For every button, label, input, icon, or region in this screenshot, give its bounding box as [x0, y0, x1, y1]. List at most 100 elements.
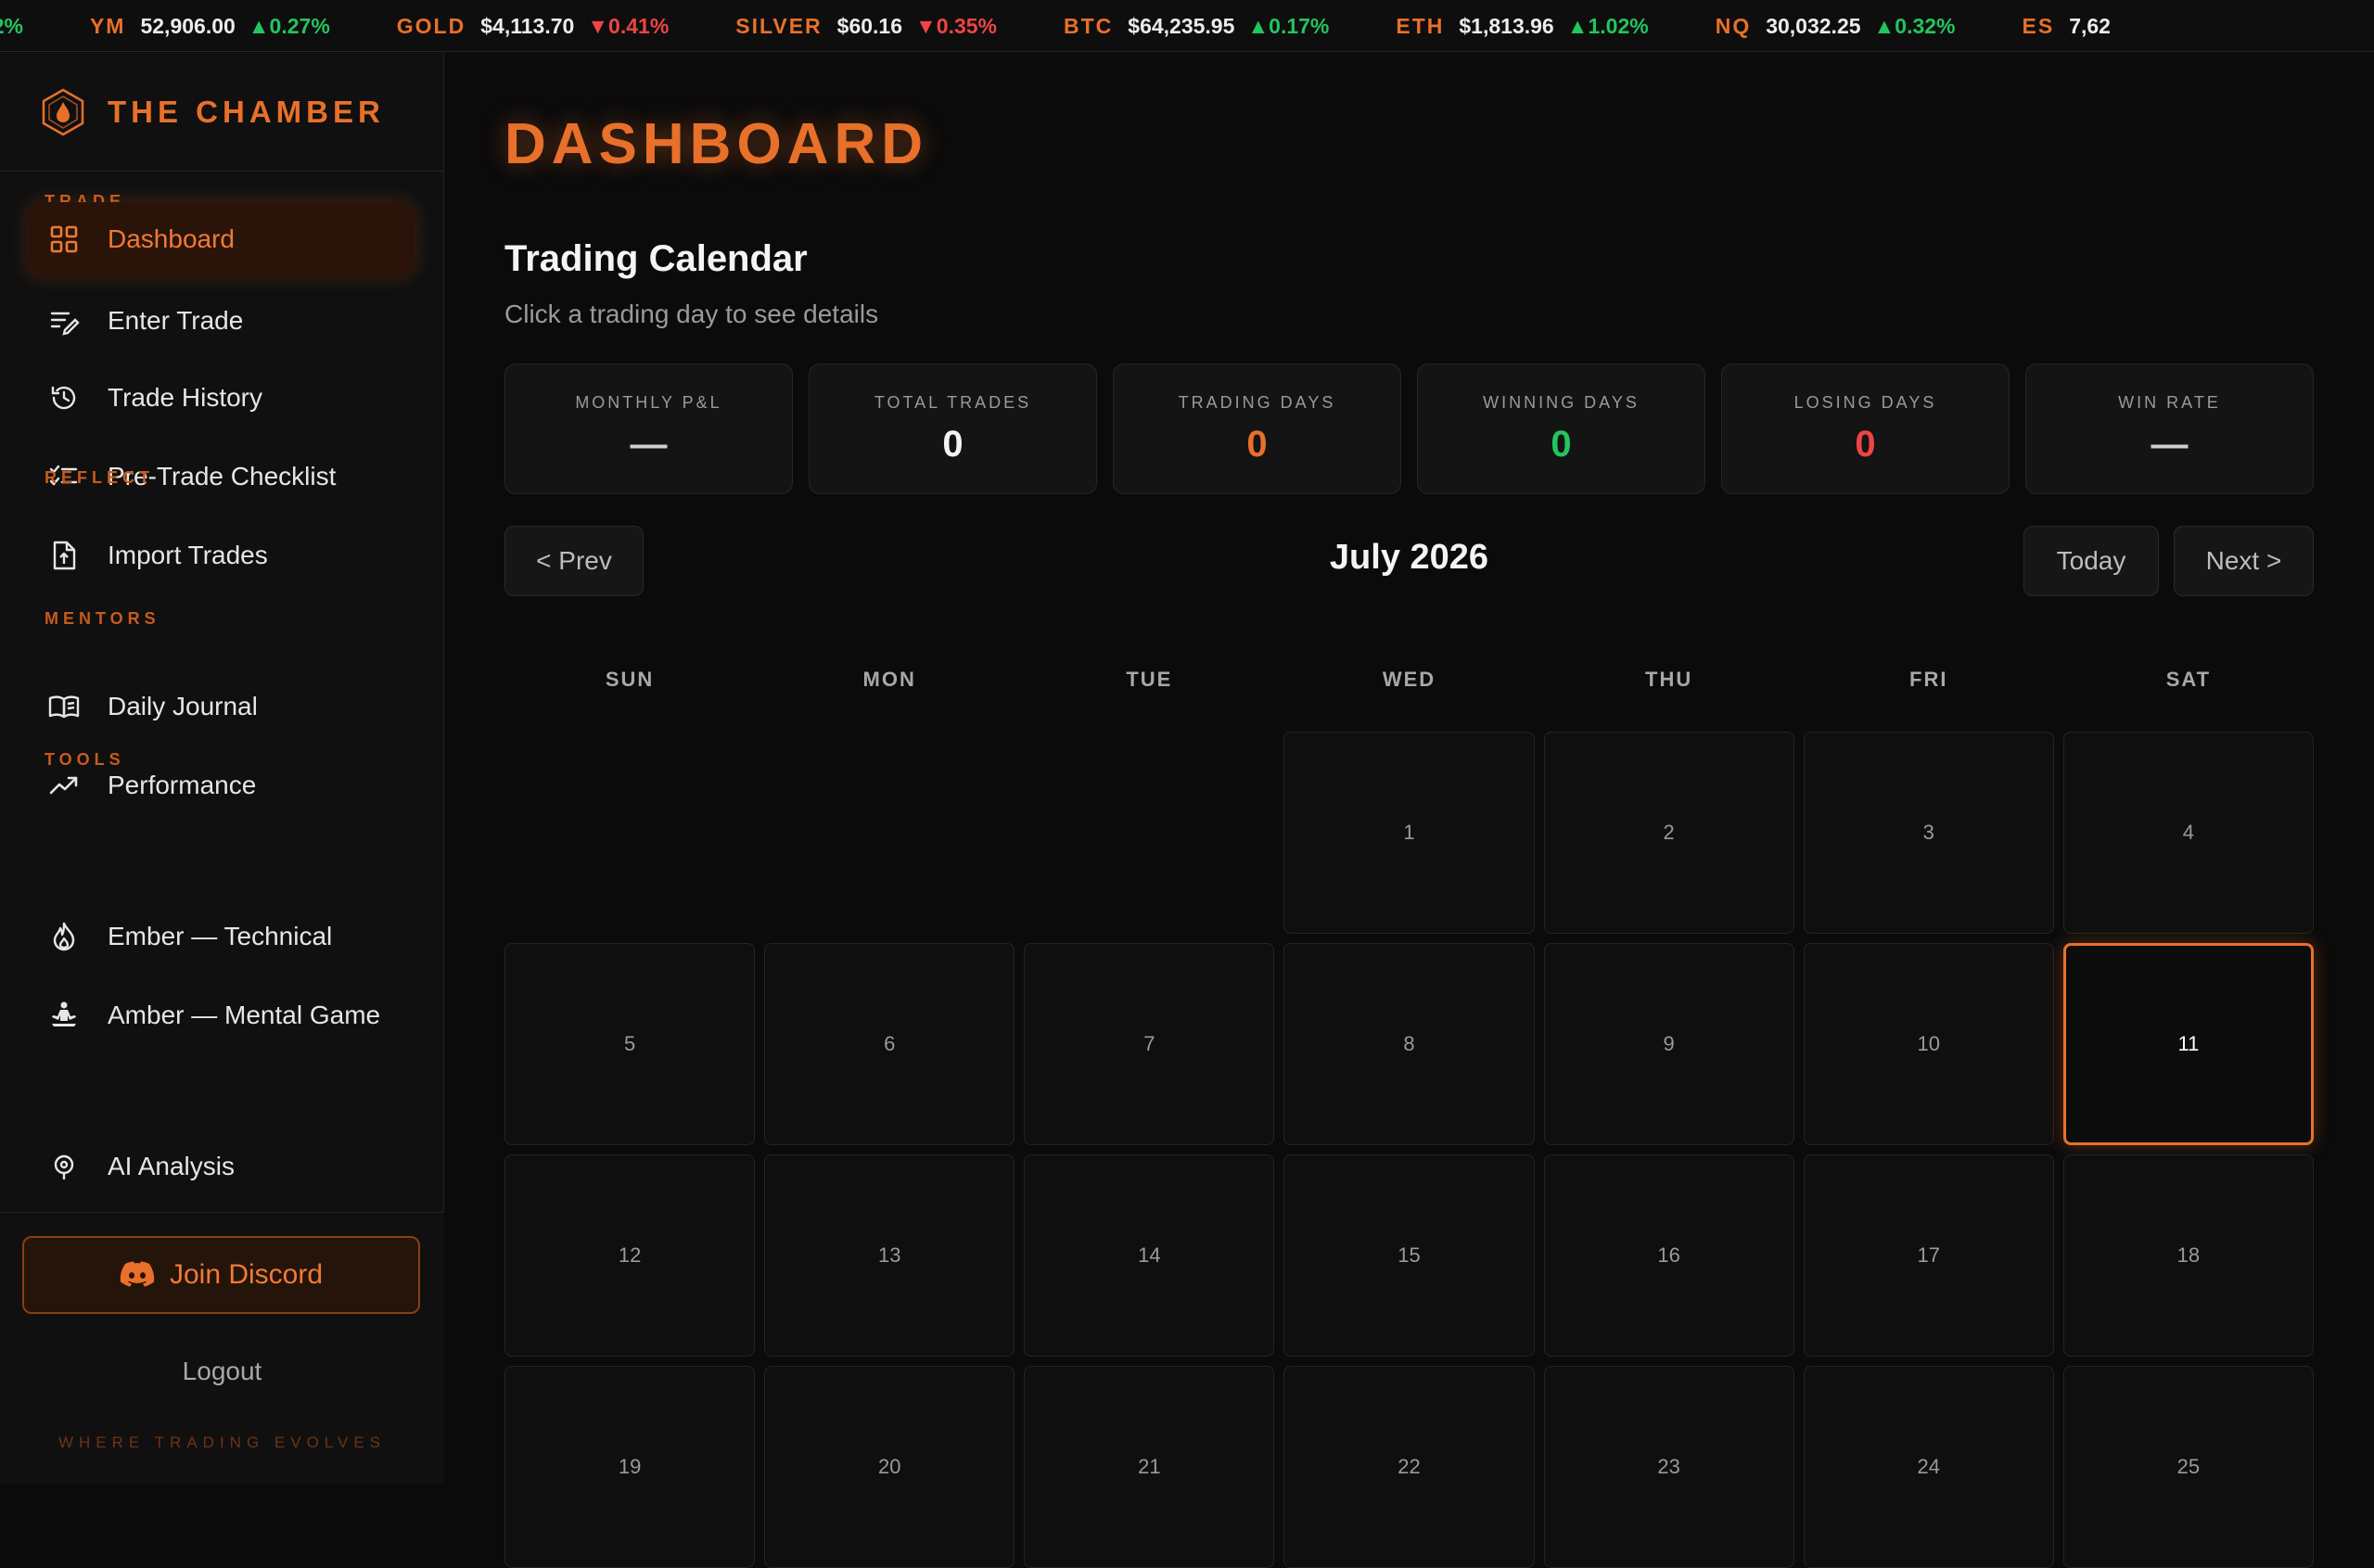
stat-label: LOSING DAYS — [1793, 392, 1937, 412]
calendar-blank — [1024, 732, 1274, 934]
calendar-day[interactable]: 13 — [764, 1154, 1015, 1357]
ticker-price: 30,032.25 — [1766, 13, 1861, 38]
sidebar-item-label: Trade History — [108, 383, 263, 413]
ticker-symbol: ETH — [1396, 13, 1445, 38]
calendar-day[interactable]: 25 — [2062, 1366, 2314, 1568]
ticker-symbol: NQ — [1715, 13, 1752, 38]
ticker-symbol: GOLD — [396, 13, 466, 38]
calendar-day[interactable]: 3 — [1803, 732, 2054, 934]
ticker-item: .25▲0.42% — [0, 14, 23, 39]
stat-value: 0 — [1246, 423, 1268, 465]
calendar-day[interactable]: 9 — [1543, 943, 1794, 1145]
ticker-symbol: ES — [2022, 13, 2055, 38]
stat-card-trading-days: TRADING DAYS 0 — [1113, 363, 1401, 494]
calendar-day[interactable]: 23 — [1543, 1366, 1794, 1568]
nav-section-label: TOOLS — [45, 750, 125, 769]
sidebar-item-label: AI Analysis — [108, 1152, 235, 1181]
logout-button[interactable]: Logout — [0, 1357, 444, 1386]
ticker-item: SILVER $60.16 ▼0.35% — [735, 14, 997, 39]
sidebar-item-import-trades[interactable]: Import Trades — [28, 518, 415, 593]
ticker-price: $60.16 — [836, 13, 903, 38]
trend-icon — [48, 770, 80, 801]
calendar-day[interactable]: 2 — [1543, 732, 1794, 934]
ticker-change: ▲1.02% — [1566, 13, 1649, 38]
calendar-day[interactable]: 14 — [1024, 1154, 1275, 1357]
calendar-day[interactable]: 15 — [1283, 1154, 1535, 1357]
ticker-item: GOLD $4,113.70 ▼0.41% — [397, 14, 670, 39]
main-content: DASHBOARD Trading Calendar Click a tradi… — [445, 53, 2374, 1568]
stat-card-winning-days: WINNING DAYS 0 — [1417, 363, 1705, 494]
stat-value: 0 — [1855, 423, 1876, 465]
stat-label: MONTHLY P&L — [575, 392, 722, 412]
calendar-day[interactable]: 7 — [1024, 943, 1275, 1145]
nav-section-label: REFLECT — [45, 468, 154, 487]
ticker-symbol: BTC — [1064, 13, 1114, 38]
calendar-day[interactable]: 21 — [1024, 1366, 1275, 1568]
page-title: DASHBOARD — [504, 112, 928, 176]
join-discord-button[interactable]: Join Discord — [22, 1236, 420, 1314]
calendar-day[interactable]: 18 — [2062, 1154, 2314, 1357]
stat-label: TOTAL TRADES — [874, 392, 1032, 412]
flame-hexagon-icon — [42, 88, 84, 135]
calendar-day[interactable]: 16 — [1543, 1154, 1794, 1357]
calendar-day[interactable]: 12 — [504, 1154, 756, 1357]
calendar-day[interactable]: 8 — [1283, 943, 1535, 1145]
calendar-day[interactable]: 6 — [764, 943, 1015, 1145]
stat-value: 0 — [1551, 423, 1572, 465]
ticker-price: 52,906.00 — [140, 13, 236, 38]
calendar-day[interactable]: 17 — [1803, 1154, 2054, 1357]
sidebar-footer: Join Discord Logout WHERE TRADING EVOLVE… — [0, 1212, 444, 1484]
stat-card-win-rate: WIN RATE — — [2025, 363, 2314, 494]
stat-card-total-trades: TOTAL TRADES 0 — [809, 363, 1097, 494]
join-discord-label: Join Discord — [169, 1259, 324, 1290]
ticker-item: ES 7,62 — [2023, 14, 2124, 39]
meditate-icon — [48, 1000, 80, 1031]
sidebar-item-daily-journal[interactable]: Daily Journal — [28, 669, 415, 744]
sidebar-item-ai-analysis[interactable]: AI Analysis — [28, 1129, 415, 1204]
sidebar-item-dashboard[interactable]: Dashboard — [28, 201, 415, 276]
edit-list-icon — [48, 305, 80, 337]
ticker-price: $64,235.95 — [1128, 13, 1235, 38]
ticker-item: BTC $64,235.95 ▲0.17% — [1064, 14, 1329, 39]
calendar-day[interactable]: 19 — [504, 1366, 756, 1568]
ai-icon — [48, 1151, 80, 1182]
sidebar-item-amber-mental-game[interactable]: Amber — Mental Game — [28, 978, 415, 1052]
today-button[interactable]: Today — [2023, 526, 2159, 596]
calendar-day[interactable]: 20 — [764, 1366, 1015, 1568]
prev-month-button[interactable]: < Prev — [504, 526, 644, 596]
ticker-change: ▲0.42% — [0, 13, 23, 38]
sidebar-item-ember-technical[interactable]: Ember — Technical — [28, 899, 415, 974]
sidebar-item-label: Performance — [108, 771, 257, 800]
stats-row: MONTHLY P&L — TOTAL TRADES 0 TRADING DAYS 0 WI… — [504, 363, 2314, 494]
ticker-price: $4,113.70 — [480, 13, 575, 38]
market-ticker: .25▲0.42% YM 52,906.00 ▲0.27% GOLD $4,113.70 ▼… — [0, 0, 2374, 52]
calendar-day[interactable]: 5 — [504, 943, 756, 1145]
calendar-blank — [764, 732, 1015, 934]
calendar-day[interactable]: 1 — [1283, 732, 1535, 934]
stat-card-monthly-p-l: MONTHLY P&L — — [504, 363, 793, 494]
calendar-day-today[interactable]: 11 — [2062, 943, 2314, 1145]
section-subtitle: Click a trading day to see details — [504, 300, 879, 328]
sidebar: THE CHAMBER TRADEDashboardEnter TradeTra… — [0, 53, 444, 1484]
ticker-symbol: YM — [89, 13, 126, 38]
calendar-day[interactable]: 24 — [1803, 1366, 2054, 1568]
sidebar-item-label: Enter Trade — [108, 306, 244, 336]
calendar-day[interactable]: 22 — [1283, 1366, 1535, 1568]
ticker-change: ▲0.17% — [1247, 13, 1330, 38]
sidebar-item-label: Import Trades — [108, 541, 268, 570]
ticker-item: NQ 30,032.25 ▲0.32% — [1716, 14, 1956, 39]
calendar-day[interactable]: 10 — [1803, 943, 2054, 1145]
stat-label: WINNING DAYS — [1483, 392, 1640, 412]
file-upload-icon — [48, 540, 80, 571]
sidebar-nav: TRADEDashboardEnter TradeTrade HistoryPr… — [0, 172, 444, 1266]
stat-label: WIN RATE — [2118, 392, 2221, 412]
stat-value: 0 — [942, 423, 964, 465]
sidebar-item-enter-trade[interactable]: Enter Trade — [28, 284, 415, 358]
ticker-symbol: SILVER — [735, 13, 823, 38]
calendar-day[interactable]: 4 — [2062, 732, 2314, 934]
next-month-button[interactable]: Next > — [2174, 526, 2314, 596]
ticker-item: YM 52,906.00 ▲0.27% — [90, 14, 330, 39]
brand[interactable]: THE CHAMBER — [0, 53, 444, 172]
sidebar-item-label: Amber — Mental Game — [108, 1001, 381, 1030]
sidebar-item-trade-history[interactable]: Trade History — [28, 361, 415, 435]
